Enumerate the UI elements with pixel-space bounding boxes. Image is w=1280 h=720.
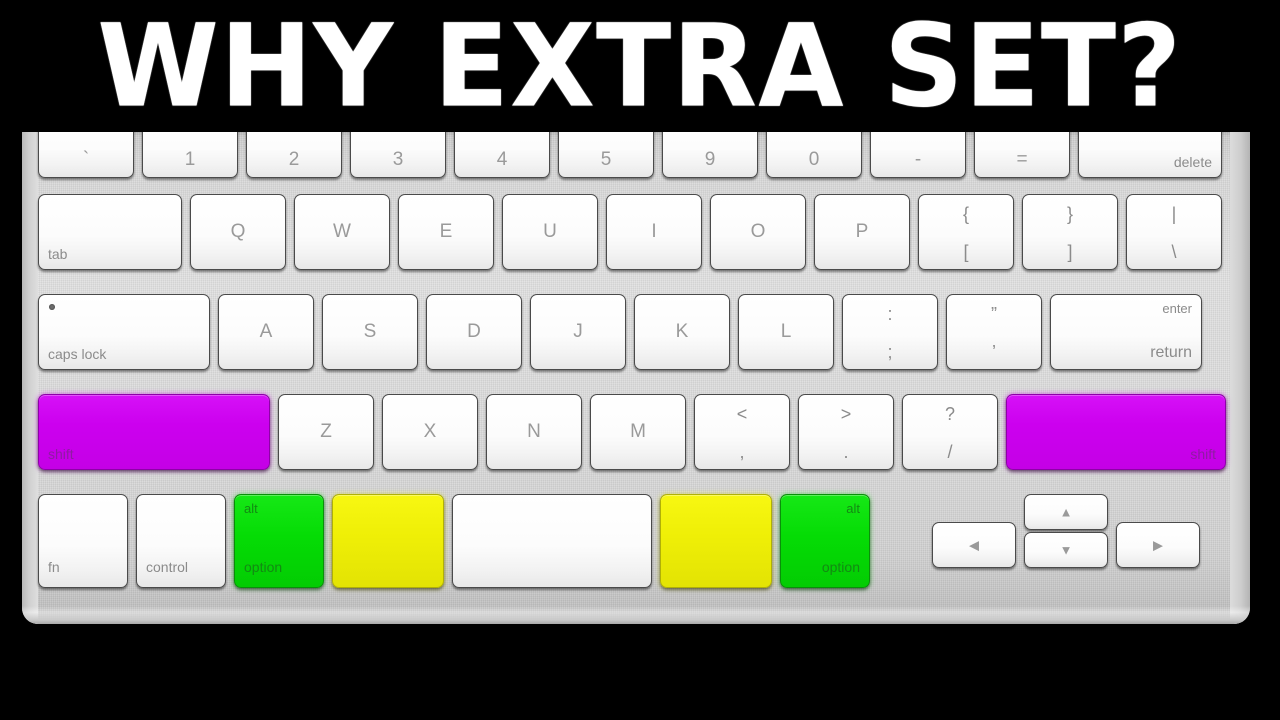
key-fn[interactable]: fn (38, 494, 128, 588)
key-s[interactable]: S (322, 294, 418, 370)
key-w[interactable]: W (294, 194, 390, 270)
key-d[interactable]: D (426, 294, 522, 370)
key-shift-right[interactable]: shift (1006, 394, 1226, 470)
keyboard-row-qwerty: tab Q W E U I O P { [ } ] | \ (38, 194, 1222, 270)
key-arrow-right[interactable]: ▶ (1116, 522, 1200, 568)
key-option-right[interactable]: alt option (780, 494, 870, 588)
arrow-left-icon: ◀ (969, 537, 979, 553)
key-bracket-right[interactable]: } ] (1022, 194, 1118, 270)
page-title: WHY EXTRA SET? (97, 0, 1183, 134)
key-backtick[interactable]: ` (38, 132, 134, 178)
keyboard-row-bottom: fn control alt option alt option (38, 494, 870, 588)
key-3[interactable]: 3 (350, 132, 446, 178)
key-semicolon[interactable]: : ; (842, 294, 938, 370)
key-arrow-down[interactable]: ▼ (1024, 532, 1108, 568)
key-option-left[interactable]: alt option (234, 494, 324, 588)
arrow-down-icon: ▼ (1059, 542, 1073, 558)
key-period[interactable]: > . (798, 394, 894, 470)
key-l[interactable]: L (738, 294, 834, 370)
key-backslash[interactable]: | \ (1126, 194, 1222, 270)
key-5[interactable]: 5 (558, 132, 654, 178)
key-arrow-left[interactable]: ◀ (932, 522, 1016, 568)
keyboard-row-home: caps lock A S D J K L : ; ” ’ enter retu… (38, 294, 1202, 370)
key-n[interactable]: N (486, 394, 582, 470)
key-2[interactable]: 2 (246, 132, 342, 178)
keyboard-row-numbers: ` 1 2 3 4 5 9 0 - = delete (38, 132, 1222, 178)
key-9[interactable]: 9 (662, 132, 758, 178)
key-comma[interactable]: < , (694, 394, 790, 470)
key-minus[interactable]: - (870, 132, 966, 178)
key-u[interactable]: U (502, 194, 598, 270)
key-4[interactable]: 4 (454, 132, 550, 178)
key-slash[interactable]: ? / (902, 394, 998, 470)
caps-lock-led-icon (49, 304, 55, 310)
arrow-right-icon: ▶ (1153, 537, 1163, 553)
key-equals[interactable]: = (974, 132, 1070, 178)
key-1[interactable]: 1 (142, 132, 238, 178)
key-caps-lock[interactable]: caps lock (38, 294, 210, 370)
chassis-right-edge (1230, 132, 1250, 624)
arrow-vertical-stack: ▲ ▼ (1024, 494, 1108, 568)
key-tab[interactable]: tab (38, 194, 182, 270)
arrow-key-cluster: ◀ ▲ ▼ ▶ (932, 494, 1200, 568)
key-o[interactable]: O (710, 194, 806, 270)
chassis-bottom-edge (22, 606, 1250, 624)
title-banner: WHY EXTRA SET? (0, 0, 1280, 132)
screenshot-stage: WHY EXTRA SET? ` 1 2 3 4 5 9 0 - = delet… (0, 0, 1280, 720)
keyboard-row-shift: shift Z X N M < , > . ? / shift (38, 394, 1226, 470)
keyboard-chassis: ` 1 2 3 4 5 9 0 - = delete tab Q W E U I… (22, 132, 1250, 624)
key-arrow-up[interactable]: ▲ (1024, 494, 1108, 530)
key-quote[interactable]: ” ’ (946, 294, 1042, 370)
key-delete[interactable]: delete (1078, 132, 1222, 178)
arrow-up-icon: ▲ (1059, 504, 1073, 520)
key-x[interactable]: X (382, 394, 478, 470)
key-shift-left[interactable]: shift (38, 394, 270, 470)
key-command-left[interactable] (332, 494, 444, 588)
key-command-right[interactable] (660, 494, 772, 588)
key-bracket-left[interactable]: { [ (918, 194, 1014, 270)
key-p[interactable]: P (814, 194, 910, 270)
key-q[interactable]: Q (190, 194, 286, 270)
key-k[interactable]: K (634, 294, 730, 370)
key-z[interactable]: Z (278, 394, 374, 470)
key-return[interactable]: enter return (1050, 294, 1202, 370)
key-j[interactable]: J (530, 294, 626, 370)
key-m[interactable]: M (590, 394, 686, 470)
key-i[interactable]: I (606, 194, 702, 270)
key-e[interactable]: E (398, 194, 494, 270)
key-space[interactable] (452, 494, 652, 588)
key-control[interactable]: control (136, 494, 226, 588)
key-a[interactable]: A (218, 294, 314, 370)
chassis-left-edge (22, 132, 38, 624)
key-0[interactable]: 0 (766, 132, 862, 178)
